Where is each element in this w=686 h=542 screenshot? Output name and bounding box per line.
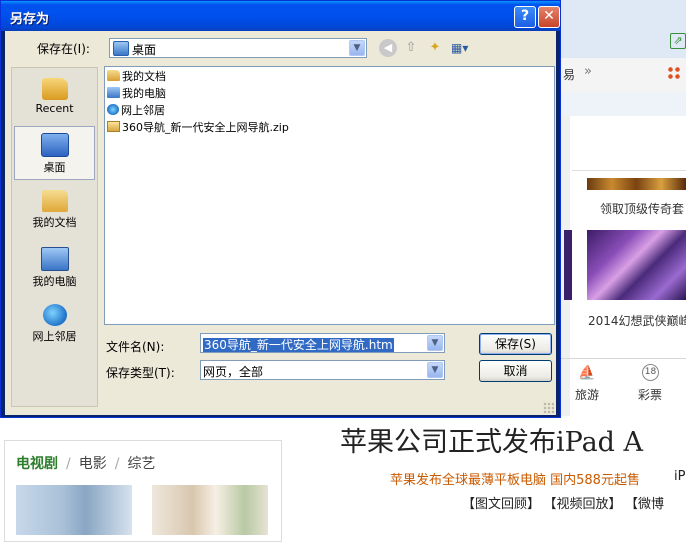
place-my-computer[interactable]: 我的电脑 <box>14 241 95 295</box>
save-in-combobox[interactable]: 桌面 ▼ <box>109 38 367 58</box>
nav-lottery[interactable]: 彩票 <box>638 386 662 403</box>
file-name: 360导航_新一代安全上网导航.zip <box>122 121 289 134</box>
desktop-icon <box>40 133 69 157</box>
network-places-icon <box>107 104 119 115</box>
dialog-body: 保存在(I): 桌面 ▼ ◀ ⇧ ✦ ▦▾ Recent 桌面 我的文档 我的电… <box>5 31 556 415</box>
go-icon[interactable]: ⇗ <box>670 33 686 49</box>
place-recent[interactable]: Recent <box>14 72 95 126</box>
list-item[interactable]: 网上邻居 <box>107 103 165 119</box>
game-thumbnail-image[interactable] <box>587 230 686 300</box>
news-headline[interactable]: 苹果公司正式发布iPad A <box>340 420 643 459</box>
tab-movies[interactable]: 电影 <box>79 456 107 472</box>
nav-travel[interactable]: 旅游 <box>575 386 599 403</box>
back-icon[interactable]: ◀ <box>379 39 397 57</box>
file-name: 网上邻居 <box>121 104 165 117</box>
travel-icon[interactable]: ⛵ <box>578 365 595 381</box>
filetype-select[interactable]: 网页，全部 ▼ <box>200 360 445 380</box>
place-label: 桌面 <box>43 161 66 174</box>
game-banner-image[interactable] <box>587 178 686 190</box>
tab-separator: / <box>114 456 120 472</box>
filetype-value: 网页，全部 <box>203 365 264 379</box>
browser-tab-fragment[interactable]: 易 <box>563 66 575 83</box>
list-item[interactable]: 我的电脑 <box>107 86 166 102</box>
video-thumbnail[interactable] <box>16 485 132 535</box>
place-my-documents[interactable]: 我的文档 <box>14 184 95 238</box>
help-button[interactable]: ? <box>514 6 536 28</box>
news-links: 【图文回顾】 【视频回放】 【微博 <box>462 493 674 512</box>
up-folder-icon[interactable]: ⇧ <box>403 39 419 57</box>
dialog-titlebar[interactable]: 另存为 ? ✕ <box>1 1 560 31</box>
place-label: 我的电脑 <box>32 275 77 288</box>
chevron-down-icon[interactable]: ▼ <box>427 362 443 378</box>
cancel-button[interactable]: 取消 <box>479 360 552 382</box>
views-menu-icon[interactable]: ▦▾ <box>451 39 475 57</box>
lottery-icon[interactable]: 18 <box>642 364 659 381</box>
promo-link-1[interactable]: 领取顶级传奇套 <box>600 200 684 217</box>
dialog-title: 另存为 <box>10 12 50 27</box>
tab-variety[interactable]: 综艺 <box>127 456 155 472</box>
promo-link-2[interactable]: 2014幻想武侠巅峰 <box>588 312 686 329</box>
list-item[interactable]: 360导航_新一代安全上网导航.zip <box>107 120 289 136</box>
apps-grid-icon[interactable] <box>667 66 681 80</box>
news-subline-2[interactable]: iP <box>674 469 685 484</box>
filename-label: 文件名(N): <box>106 340 165 354</box>
close-button[interactable]: ✕ <box>538 6 560 28</box>
place-label: Recent <box>35 102 74 115</box>
place-label: 网上邻居 <box>32 330 77 343</box>
resize-grip[interactable] <box>543 402 554 413</box>
news-subline[interactable]: 苹果发布全球最薄平板电脑 国内588元起售 <box>390 469 640 488</box>
video-tabs: 电视剧 / 电影 / 综艺 <box>16 453 155 473</box>
file-name: 我的电脑 <box>122 87 166 100</box>
filetype-label: 保存类型(T): <box>106 366 175 380</box>
my-documents-icon <box>41 190 68 212</box>
place-network[interactable]: 网上邻居 <box>14 298 95 352</box>
divider <box>572 170 686 171</box>
file-list[interactable]: 我的文档 我的电脑 网上邻居 360导航_新一代安全上网导航.zip <box>104 66 555 325</box>
chevron-down-icon[interactable]: ▼ <box>427 335 443 351</box>
chevron-down-icon[interactable]: ▼ <box>349 40 365 56</box>
network-places-icon <box>42 304 67 326</box>
link-photo-recap[interactable]: 【图文回顾】 <box>462 497 540 512</box>
my-computer-icon <box>107 87 120 98</box>
my-documents-icon <box>107 70 120 81</box>
filename-combobox[interactable]: 360导航_新一代安全上网导航.htm ▼ <box>200 333 445 353</box>
place-desktop[interactable]: 桌面 <box>14 126 95 180</box>
file-name: 我的文档 <box>122 70 166 83</box>
save-in-value: 桌面 <box>132 43 157 57</box>
tab-separator: / <box>66 456 71 472</box>
page-header-strip <box>560 92 686 116</box>
tab-tv-series[interactable]: 电视剧 <box>16 456 58 472</box>
new-folder-icon[interactable]: ✦ <box>427 39 443 57</box>
video-thumbnail[interactable] <box>152 485 268 535</box>
desktop-icon <box>113 41 129 56</box>
my-computer-icon <box>40 247 69 271</box>
places-bar: Recent 桌面 我的文档 我的电脑 网上邻居 <box>11 67 98 407</box>
divider <box>560 358 686 359</box>
filename-input[interactable]: 360导航_新一代安全上网导航.htm <box>203 336 394 353</box>
zip-folder-icon <box>107 121 120 132</box>
link-weibo[interactable]: 【微博 <box>632 497 665 512</box>
list-item[interactable]: 我的文档 <box>107 69 166 85</box>
link-video-replay[interactable]: 【视频回放】 <box>550 497 622 512</box>
save-as-dialog: 另存为 ? ✕ 保存在(I): 桌面 ▼ ◀ ⇧ ✦ ▦▾ Recent 桌面 … <box>0 0 561 418</box>
save-button[interactable]: 保存(S) <box>479 333 552 355</box>
save-in-label: 保存在(I): <box>37 42 90 56</box>
browser-address-area <box>560 0 686 60</box>
more-tabs-icon[interactable]: » <box>584 64 592 79</box>
place-label: 我的文档 <box>32 216 77 229</box>
recent-icon <box>41 78 68 100</box>
game-banner-edge <box>564 230 572 300</box>
